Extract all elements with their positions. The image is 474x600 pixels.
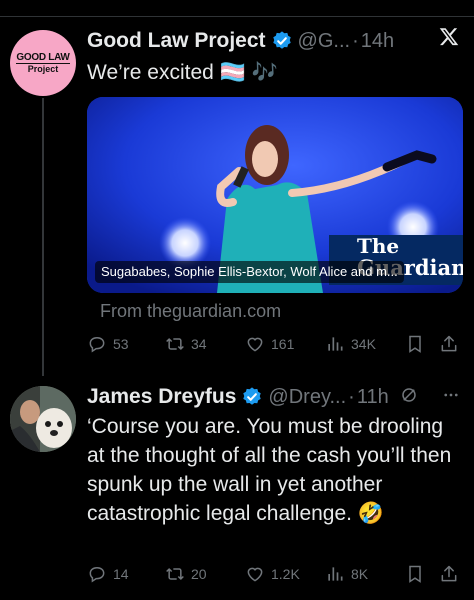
x-logo-icon[interactable]	[438, 26, 460, 48]
verified-badge-icon	[243, 387, 262, 405]
like-button[interactable]: 1.2K	[245, 564, 300, 584]
grok-icon[interactable]	[400, 386, 418, 404]
action-bar: 53 34 161 34K	[87, 334, 459, 358]
repost-count: 20	[191, 566, 207, 582]
views-count: 34K	[351, 336, 376, 352]
card-source[interactable]: From theguardian.com	[100, 301, 281, 322]
avatar-logo-line2: Project	[27, 63, 59, 74]
bookmark-icon[interactable]	[405, 334, 425, 354]
display-name[interactable]: Good Law Project	[87, 29, 266, 53]
reply-button[interactable]: 14	[87, 564, 129, 584]
like-count: 1.2K	[271, 566, 300, 582]
user-handle[interactable]: @Drey...	[268, 386, 346, 409]
reply-icon	[89, 336, 105, 353]
top-divider	[0, 16, 474, 17]
views-count: 8K	[351, 566, 369, 582]
heart-icon	[247, 337, 263, 352]
separator-dot: ·	[348, 385, 355, 408]
thread-connector-line	[42, 98, 44, 376]
tweet-header: Good Law Project @G... · 14h	[87, 27, 467, 55]
tweet-text: ‘Course you are. You must be drooling at…	[87, 415, 452, 525]
card-title: Sugababes, Sophie Ellis-Bextor, Wolf Ali…	[95, 261, 404, 283]
reply-icon	[89, 566, 105, 583]
display-name[interactable]: James Dreyfus	[87, 385, 236, 409]
action-bar: 14 20 1.2K 8K	[87, 564, 459, 588]
guardian-logo-line1: The	[357, 234, 400, 258]
avatar[interactable]	[10, 386, 76, 452]
repost-button[interactable]: 20	[165, 564, 207, 584]
link-card[interactable]: The Guardian Sugababes, Sophie Ellis-Bex…	[87, 97, 463, 293]
avatar[interactable]: GOOD LAW Project	[10, 30, 76, 96]
timestamp[interactable]: 14h	[361, 30, 394, 53]
avatar-photo	[10, 386, 76, 452]
repost-count: 34	[191, 336, 207, 352]
views-icon	[328, 567, 343, 581]
repost-button[interactable]: 34	[165, 334, 207, 354]
separator-dot: ·	[352, 29, 359, 52]
reply-count: 14	[113, 566, 129, 582]
repost-icon	[166, 338, 184, 350]
views-button[interactable]: 34K	[325, 334, 376, 354]
views-button[interactable]: 8K	[325, 564, 368, 584]
user-handle[interactable]: @G...	[298, 30, 351, 53]
bookmark-icon[interactable]	[405, 564, 425, 584]
header-actions	[400, 386, 460, 404]
heart-icon	[247, 567, 263, 582]
more-options-icon[interactable]	[442, 386, 460, 404]
like-count: 161	[271, 336, 295, 352]
share-icon[interactable]	[439, 334, 459, 354]
reply-count: 53	[113, 336, 129, 352]
avatar-logo-line1: GOOD LAW	[16, 51, 70, 64]
tweet-text: We’re excited 🏳️‍⚧️ 🎶	[87, 61, 278, 84]
repost-icon	[166, 568, 184, 580]
reply-button[interactable]: 53	[87, 334, 129, 354]
like-button[interactable]: 161	[245, 334, 294, 354]
views-icon	[328, 337, 343, 351]
verified-badge-icon	[272, 31, 291, 49]
timestamp[interactable]: 11h	[357, 386, 389, 409]
share-icon[interactable]	[439, 564, 459, 584]
